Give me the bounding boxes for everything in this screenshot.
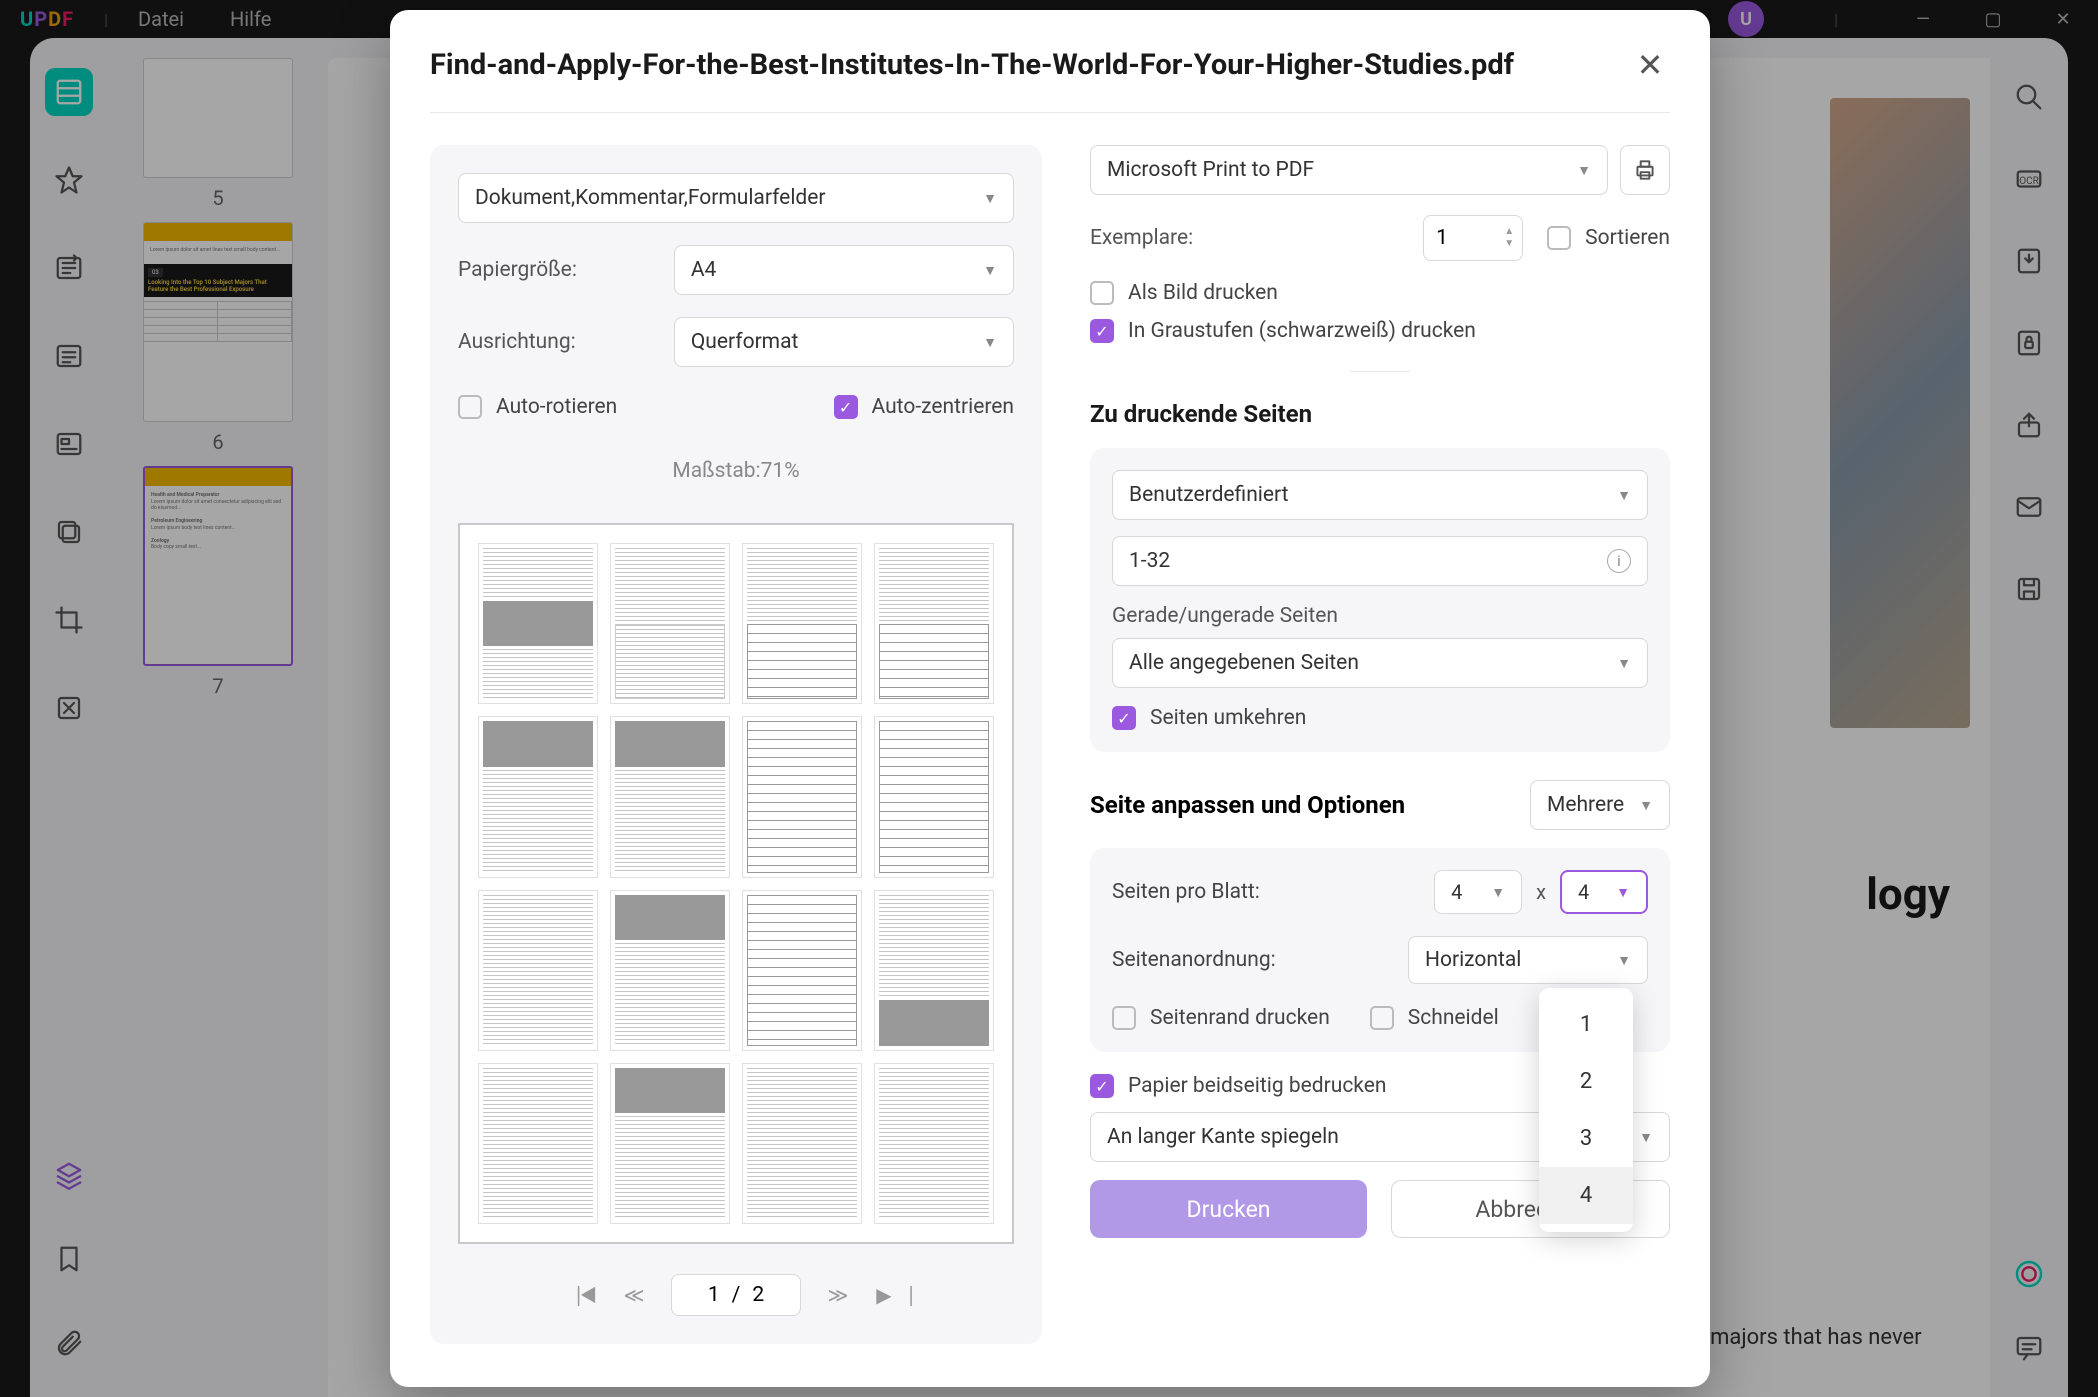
pages-per-sheet-cols[interactable]: 4▼ bbox=[1434, 870, 1522, 914]
page-order-select[interactable]: Horizontal▼ bbox=[1408, 936, 1648, 984]
grayscale-checkbox[interactable]: ✓ bbox=[1090, 319, 1114, 343]
next-page-icon[interactable]: ≫ bbox=[819, 1276, 857, 1314]
rows-dropdown: 1 2 3 4 bbox=[1539, 988, 1633, 1232]
page-indicator[interactable]: 1 / 2 bbox=[671, 1274, 801, 1316]
prev-page-icon[interactable]: ≪ bbox=[615, 1276, 653, 1314]
last-page-icon[interactable]: ▶⎹ bbox=[875, 1276, 913, 1314]
orientation-label: Ausrichtung: bbox=[458, 330, 674, 354]
stepper-up-icon[interactable]: ▲ bbox=[1504, 227, 1514, 237]
dropdown-option[interactable]: 4 bbox=[1539, 1167, 1633, 1224]
content-select[interactable]: Dokument,Kommentar,Formularfelder▼ bbox=[458, 173, 1014, 223]
print-border-checkbox[interactable] bbox=[1112, 1006, 1136, 1030]
pages-section-title: Zu druckende Seiten bbox=[1090, 400, 1670, 428]
auto-rotate-checkbox[interactable] bbox=[458, 395, 482, 419]
preview-pager: ⎹◀ ≪ 1 / 2 ≫ ▶⎹ bbox=[458, 1274, 1014, 1316]
dialog-title: Find-and-Apply-For-the-Best-Institutes-I… bbox=[430, 48, 1514, 82]
collate-checkbox[interactable] bbox=[1547, 226, 1571, 250]
dropdown-option[interactable]: 2 bbox=[1539, 1053, 1633, 1110]
paper-size-select[interactable]: A4▼ bbox=[674, 245, 1014, 295]
scale-label: Maßstab:71% bbox=[458, 459, 1014, 483]
print-dialog: Find-and-Apply-For-the-Best-Institutes-I… bbox=[390, 10, 1710, 1387]
print-preview bbox=[458, 523, 1014, 1244]
odd-even-select[interactable]: Alle angegebenen Seiten▼ bbox=[1112, 638, 1648, 688]
orientation-select[interactable]: Querformat▼ bbox=[674, 317, 1014, 367]
reverse-pages-checkbox[interactable]: ✓ bbox=[1112, 706, 1136, 730]
fit-section-title: Seite anpassen und Optionen bbox=[1090, 791, 1405, 819]
print-as-image-checkbox[interactable] bbox=[1090, 281, 1114, 305]
range-type-select[interactable]: Benutzerdefiniert▼ bbox=[1112, 470, 1648, 520]
copies-input[interactable]: 1 ▲▼ bbox=[1423, 215, 1523, 261]
pages-per-sheet-label: Seiten pro Blatt: bbox=[1112, 880, 1434, 904]
odd-even-label: Gerade/ungerade Seiten bbox=[1112, 604, 1648, 628]
duplex-checkbox[interactable]: ✓ bbox=[1090, 1074, 1114, 1098]
paper-size-label: Papiergröße: bbox=[458, 258, 674, 282]
page-range-input[interactable]: 1-32 i bbox=[1112, 536, 1648, 586]
print-preview-panel: Dokument,Kommentar,Formularfelder▼ Papie… bbox=[430, 145, 1042, 1344]
page-order-label: Seitenanordnung: bbox=[1112, 948, 1408, 972]
dropdown-option[interactable]: 3 bbox=[1539, 1110, 1633, 1167]
help-icon[interactable]: i bbox=[1607, 549, 1631, 573]
dropdown-option[interactable]: 1 bbox=[1539, 996, 1633, 1053]
printer-properties-icon[interactable] bbox=[1620, 145, 1670, 195]
auto-center-checkbox[interactable]: ✓ bbox=[834, 395, 858, 419]
copies-label: Exemplare: bbox=[1090, 226, 1193, 250]
cutmarks-checkbox[interactable] bbox=[1370, 1006, 1394, 1030]
fit-mode-select[interactable]: Mehrere▼ bbox=[1530, 780, 1670, 830]
printer-select[interactable]: Microsoft Print to PDF▼ bbox=[1090, 145, 1608, 195]
stepper-down-icon[interactable]: ▼ bbox=[1504, 239, 1514, 249]
print-button[interactable]: Drucken bbox=[1090, 1180, 1367, 1238]
close-icon[interactable]: ✕ bbox=[1630, 46, 1670, 84]
first-page-icon[interactable]: ⎹◀ bbox=[559, 1276, 597, 1314]
pages-per-sheet-rows[interactable]: 4▼ bbox=[1560, 870, 1648, 914]
